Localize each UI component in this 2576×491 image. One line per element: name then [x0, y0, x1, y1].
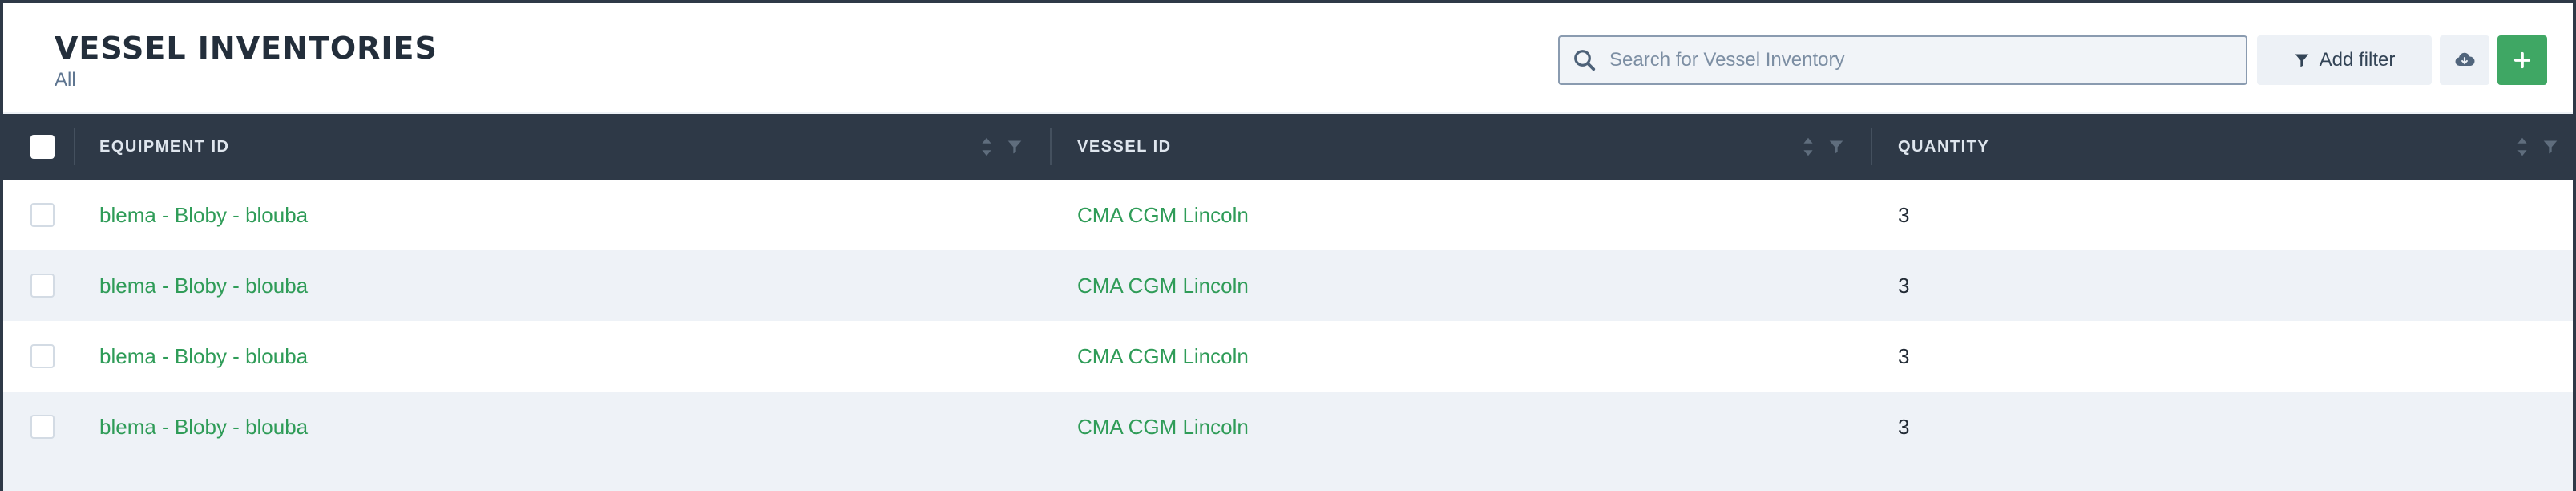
sort-icon[interactable] — [981, 136, 992, 157]
row-checkbox[interactable] — [30, 415, 55, 439]
vessel-id-link[interactable]: CMA CGM Lincoln — [1077, 250, 1249, 321]
table-row[interactable]: blema - Bloby - blouba CMA CGM Lincoln 3 — [3, 321, 2573, 392]
page-subtitle: All — [55, 69, 76, 91]
equipment-id-column-tools — [981, 114, 1023, 180]
row-checkbox[interactable] — [30, 344, 55, 368]
column-filter-icon[interactable] — [1828, 139, 1844, 155]
column-filter-icon[interactable] — [2542, 139, 2558, 155]
column-separator — [1050, 128, 1052, 165]
vessel-id-column-tools — [1803, 114, 1844, 180]
add-filter-button[interactable]: Add filter — [2257, 35, 2432, 85]
equipment-id-link[interactable]: blema - Bloby - blouba — [99, 321, 308, 392]
column-separator — [74, 128, 75, 165]
equipment-id-link[interactable]: blema - Bloby - blouba — [99, 180, 308, 250]
column-filter-icon[interactable] — [1007, 139, 1023, 155]
table-row[interactable]: blema - Bloby - blouba CMA CGM Lincoln 3 — [3, 180, 2573, 250]
equipment-id-link[interactable]: blema - Bloby - blouba — [99, 250, 308, 321]
plus-icon — [2513, 51, 2531, 69]
table-footer-space — [3, 464, 2573, 491]
add-button[interactable] — [2497, 35, 2547, 85]
quantity-value: 3 — [1898, 202, 1910, 227]
search-icon — [1574, 50, 1596, 71]
quantity-value: 3 — [1898, 414, 1910, 439]
row-checkbox[interactable] — [30, 203, 55, 227]
vessel-id-link[interactable]: CMA CGM Lincoln — [1077, 321, 1249, 392]
app-frame: VESSEL INVENTORIES All Add filter — [0, 0, 2576, 491]
table-row[interactable]: blema - Bloby - blouba CMA CGM Lincoln 3 — [3, 250, 2573, 321]
column-header-vessel-id[interactable]: VESSEL ID — [1077, 114, 1172, 180]
cloud-download-icon — [2455, 52, 2475, 66]
column-header-quantity[interactable]: QUANTITY — [1898, 114, 1989, 180]
quantity-column-tools — [2517, 114, 2558, 180]
funnel-icon — [2295, 54, 2308, 67]
page-header: VESSEL INVENTORIES All Add filter — [3, 3, 2573, 112]
equipment-id-link[interactable]: blema - Bloby - blouba — [99, 392, 308, 462]
row-checkbox[interactable] — [30, 274, 55, 298]
table-header: EQUIPMENT ID VESSEL ID QUANTITY — [3, 114, 2573, 180]
vessel-id-link[interactable]: CMA CGM Lincoln — [1077, 392, 1249, 462]
select-all-checkbox[interactable] — [30, 135, 55, 159]
add-filter-label: Add filter — [2319, 49, 2396, 71]
sort-icon[interactable] — [2517, 136, 2528, 157]
sort-icon[interactable] — [1803, 136, 1814, 157]
search-box[interactable] — [1558, 35, 2247, 85]
quantity-value: 3 — [1898, 343, 1910, 368]
download-button[interactable] — [2440, 35, 2489, 85]
page-title: VESSEL INVENTORIES — [55, 30, 438, 66]
search-input[interactable] — [1609, 49, 2246, 71]
vessel-id-link[interactable]: CMA CGM Lincoln — [1077, 180, 1249, 250]
column-header-equipment-id[interactable]: EQUIPMENT ID — [99, 114, 229, 180]
column-separator — [1871, 128, 1872, 165]
table-row[interactable]: blema - Bloby - blouba CMA CGM Lincoln 3 — [3, 392, 2573, 462]
quantity-value: 3 — [1898, 273, 1910, 298]
